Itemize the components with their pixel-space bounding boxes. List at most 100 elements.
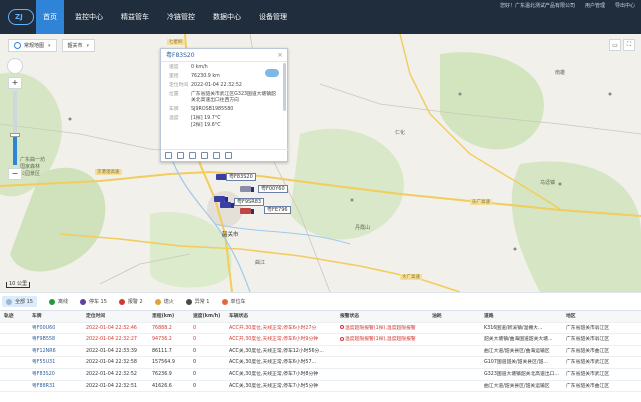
export-center-link[interactable]: 导出中心 [615,2,635,9]
table-cell: 2022-01-04 22:32:51 [86,383,137,389]
status-filter-4[interactable]: 熄火 [154,298,174,305]
map-type-select[interactable]: 常规地图 ▾ [8,39,57,52]
table-cell[interactable]: 粤F88R31 [32,384,55,389]
command-icon[interactable] [189,152,196,159]
cell: 2022-01-04 22:32:58 [86,357,149,369]
header-cell[interactable]: 报警状态 [340,311,429,323]
cell: 0 [193,323,226,335]
map-view[interactable]: 七星岭 广东曲一坊 国家森林 公园景区 丹霞山 乌迳镇 仁化 南雄 曲江 韶关市… [0,34,641,292]
table-cell[interactable]: 粤F83S20 [32,372,55,377]
map-type-value: 常规地图 [24,43,45,49]
table-cell[interactable]: 粤F00U60 [32,326,55,331]
cell: 粤F83S20 [32,369,83,381]
vehicle-label[interactable]: 粤F83S20 [226,173,256,181]
status-filter-6[interactable]: 单位车 [221,298,246,305]
cell: 0 [193,334,226,346]
cell: 粤F00U60 [32,323,83,335]
follow-icon[interactable] [213,152,220,159]
chevron-down-icon: ▾ [48,42,51,49]
close-icon[interactable]: × [277,49,283,62]
nav-cold-chain[interactable]: 冷链管控 [160,0,202,34]
logo-text: ZJ [15,13,23,21]
vehicle-label[interactable]: 粤FE796 [264,206,291,214]
nav-data-center[interactable]: 数据中心 [206,0,248,34]
zoom-in-button[interactable]: + [8,77,22,89]
vehicle-label[interactable]: 粤F9SR83 [234,198,265,206]
cell: 41626.6 [152,381,190,393]
header-cell[interactable]: 定位时间 [86,311,149,323]
vehicle-label[interactable]: 粤F00Y60 [258,185,288,193]
cell: G323国道大塘镇韶关北高速出口... [484,369,563,381]
header-cell[interactable]: 车辆状态 [229,311,337,323]
location-icon[interactable] [201,152,208,159]
status-filter-label: 熄火 [163,299,174,305]
column-header: 轨迹 [4,314,14,319]
status-filter-2[interactable]: 停车 15 [79,298,107,305]
more-icon[interactable] [225,152,232,159]
status-filter-3[interactable]: 报警 2 [118,298,143,305]
table-cell: 韶关大塘镇/曲海国道韶关大塘... [484,337,553,343]
popup-scrollbar[interactable] [283,63,286,111]
header-cell[interactable]: 速度(km/h) [193,311,226,323]
status-filter-5[interactable]: 异常 1 [185,298,210,305]
table-cell[interactable]: 粤F12NR6 [32,349,56,354]
table-cell[interactable]: 粤F9B558 [32,337,55,342]
track-playback-icon[interactable] [165,152,172,159]
header-cell[interactable]: 车牌 [32,311,83,323]
cell: ACC开,30度位,天线正常,停车6小时9分钟 [229,334,337,346]
truck-icon[interactable] [220,202,234,208]
table-row[interactable]: 粤F88R31 2022-01-04 22:32:51 41626.6 0 ACC关,3… [0,381,641,393]
user-management-link[interactable]: 用户管理 [585,2,605,9]
table-row[interactable]: 粤F55U31 2022-01-04 22:32:58 157564.9 0 ACC关,… [0,357,641,369]
status-filter-1[interactable]: 离线 [48,298,68,305]
cell: 76888.2 [152,323,190,335]
table-cell: 0 [193,325,197,331]
cell: 曲江大道/韶关县区/韶关运输区 [484,381,563,393]
header-cell[interactable]: 地区 [566,311,638,323]
table-row[interactable]: 粤F00U60 2022-01-04 22:32:46 76888.2 0 ACC开,3… [0,323,641,335]
zoom-slider-knob[interactable] [10,133,20,137]
ruler-icon[interactable]: ▭ [609,39,621,51]
table-row[interactable]: 粤F83S20 2022-01-04 22:32:52 76236.9 0 ACC关,3… [0,369,641,381]
table-cell: 广东省韶关市曲江区 [566,383,610,389]
map-label-road1: 京港澳高速 [95,169,122,175]
status-filter-label: 离线 [57,299,68,305]
video-icon[interactable] [177,152,184,159]
pan-compass-icon[interactable] [7,58,23,74]
status-filter-0[interactable]: 全部 15 [2,296,37,307]
zoom-out-button[interactable]: − [8,168,22,180]
nav-device-management[interactable]: 设备管理 [252,0,294,34]
truck-icon[interactable] [240,208,254,214]
truck-icon[interactable] [240,186,254,192]
cell: 2022-01-04 22:33:39 [86,346,149,358]
header-cell[interactable]: 油耗 [432,311,481,323]
nav-monitor-center[interactable]: 监控中心 [68,0,110,34]
cell: 韶关大塘镇/曲海国道韶关大塘... [484,334,563,346]
app-logo[interactable]: ZJ [8,9,34,25]
table-cell[interactable]: 粤F55U31 [32,360,55,365]
cell: 广东省韶关市翁江区 [566,323,638,335]
zoom-slider[interactable] [10,91,20,165]
header-cell[interactable]: 道路 [484,311,563,323]
table-cell: 0 [193,383,197,389]
table-cell: 0 [193,348,197,354]
popup-key: 位置 [169,92,179,97]
cell: ACC关,30度位,天线正常,停车12小时56分... [229,346,337,358]
table-cell: 广东省韶关市曲江区 [566,348,610,354]
nav-fleet-management[interactable]: 精益管车 [114,0,156,34]
table-cell: G323国道大塘镇韶关北高速出口... [484,372,560,377]
table-row[interactable]: 粤F9B558 2022-01-04 22:32:27 94736.2 0 ACC开,3… [0,334,641,346]
status-dot-icon [79,298,86,305]
cell: 86111.7 [152,346,190,358]
header-cell[interactable]: 轨迹 [4,311,29,323]
nav-home[interactable]: 首页 [36,0,64,34]
table-row[interactable]: 粤F12NR6 2022-01-04 22:33:39 86111.7 0 ACC关,3… [0,346,641,358]
map-label-town2: 仁化 [395,130,406,136]
header-cell[interactable]: 里程(km) [152,311,190,323]
region-select[interactable]: 韶关市 ▾ [61,39,96,52]
table-cell: 广东省韶关市翁江区 [566,337,610,343]
table-cell: ACC关,30度位,天线正常,停车7小时8分钟 [229,372,319,377]
fullscreen-icon[interactable]: ⛶ [623,39,635,51]
popup-value: [1探] 19.7°C [191,116,221,121]
column-header: 地区 [566,314,576,319]
